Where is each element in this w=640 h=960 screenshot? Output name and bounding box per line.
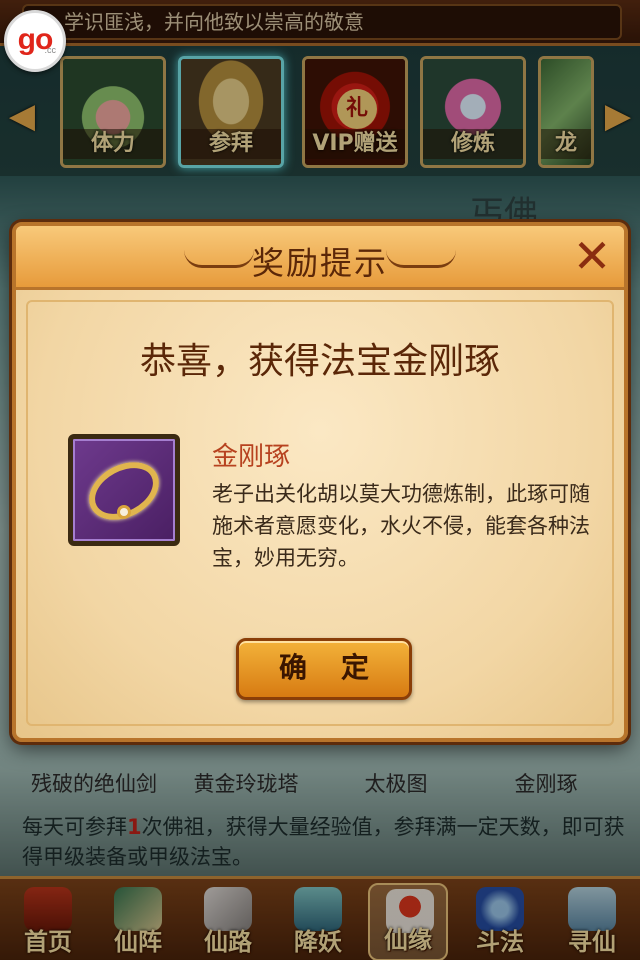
- logo-sub: .cc: [44, 45, 56, 55]
- confirm-button[interactable]: 确定: [236, 638, 412, 700]
- bracelet-icon: [79, 450, 169, 532]
- gem-icon: [117, 505, 131, 519]
- dialog-body: 恭喜，获得法宝金刚琢 金刚琢 老子出关化胡以莫大功德炼制，此琢可随施术者意愿变化…: [26, 300, 614, 726]
- dialog-title: 奖励提示: [251, 244, 388, 282]
- item-description: 老子出关化胡以莫大功德炼制，此琢可随施术者意愿变化，水火不侵，能套各种法宝，妙用…: [212, 482, 590, 570]
- congrats-message: 恭喜，获得法宝金刚琢: [139, 341, 500, 382]
- scroll-ornament-icon: [386, 250, 456, 268]
- item-icon-frame: [68, 434, 180, 546]
- reward-dialog: 奖励提示 ✕ 恭喜，获得法宝金刚琢 金刚琢 老子出关化胡以莫大功德炼制，此琢可随…: [12, 222, 628, 742]
- item-name: 金刚琢: [212, 442, 291, 472]
- dialog-header: 奖励提示 ✕: [16, 226, 624, 290]
- go-logo[interactable]: go .cc: [4, 10, 66, 72]
- close-button[interactable]: ✕: [568, 233, 616, 282]
